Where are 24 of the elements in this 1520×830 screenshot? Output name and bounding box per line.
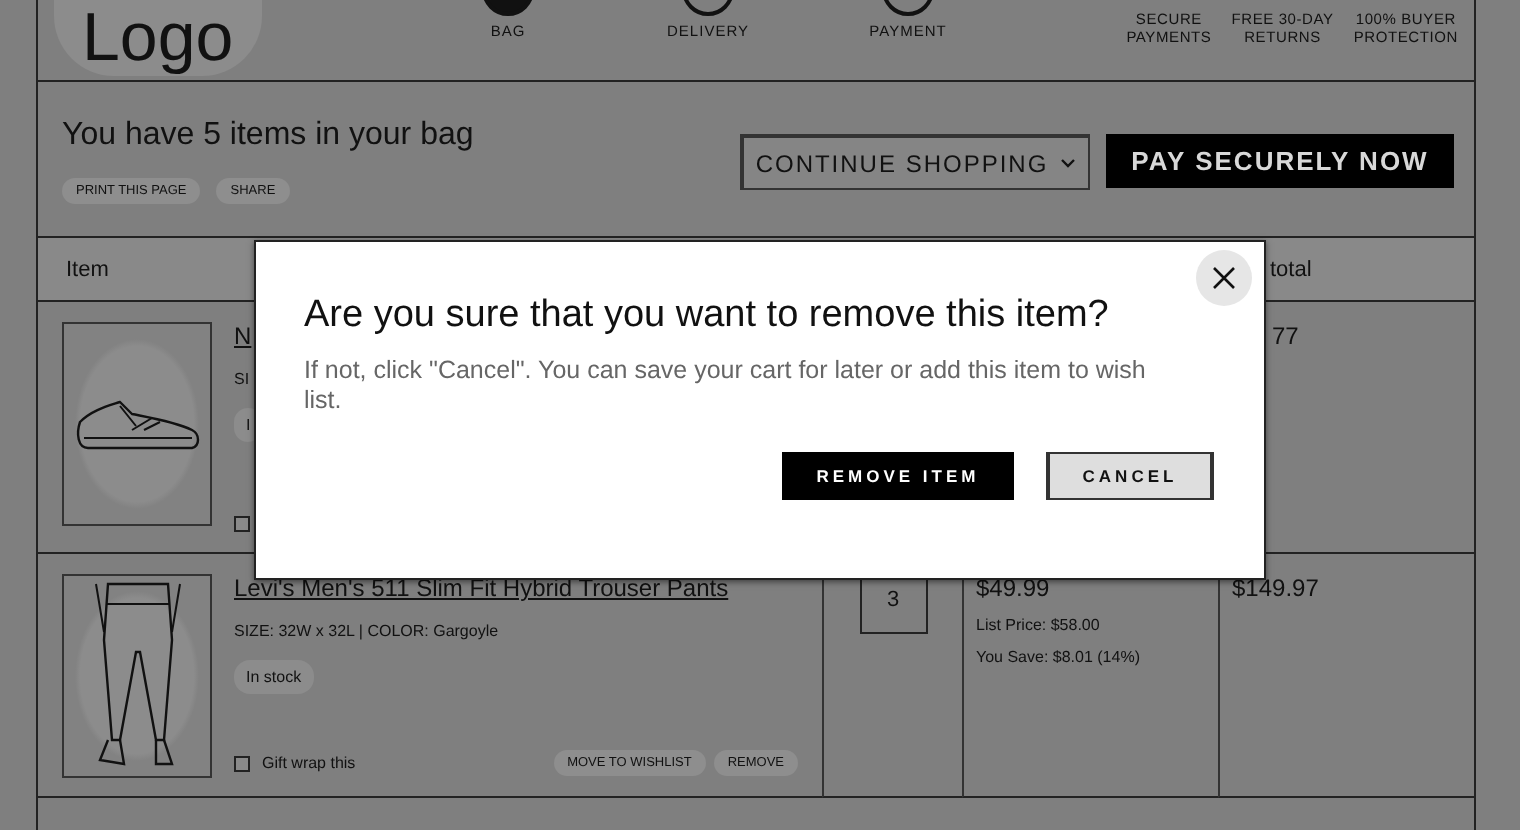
- caret-icon: [1060, 157, 1077, 169]
- list-price: List Price: $58.00: [976, 616, 1102, 634]
- continue-shopping-button[interactable]: CONTINUE SHOPPING: [740, 134, 1090, 190]
- close-button[interactable]: [1196, 250, 1252, 306]
- pay-button[interactable]: PAY SECURELY NOW: [1106, 134, 1454, 188]
- logo[interactable]: Logo: [54, 0, 262, 76]
- subtotal: $149.97: [1232, 574, 1319, 602]
- product-details: SI: [234, 370, 250, 388]
- product-details: SIZE: 32W x 32L | COLOR: Gargoyle: [234, 622, 499, 640]
- gift-wrap-checkbox[interactable]: [234, 755, 250, 771]
- gift-wrap-label: Gift wrap this: [262, 754, 356, 772]
- savings: You Save: $8.01 (14%): [976, 648, 1142, 666]
- cancel-button[interactable]: CANCEL: [1046, 452, 1214, 500]
- column-header: total: [1270, 257, 1312, 281]
- dialog-message: If not, click "Cancel". You can save your cart for later or add this item to wish list.: [304, 356, 1148, 416]
- product-name-link[interactable]: N: [234, 322, 252, 350]
- close-icon: [1212, 266, 1236, 290]
- subtotal: 77: [1272, 322, 1299, 350]
- product-name-link[interactable]: Levi's Men's 511 Slim Fit Hybrid Trouser Pants: [234, 574, 729, 602]
- unit-price: $49.99: [976, 574, 1052, 602]
- cart-summary: You have 5 items in your bag: [62, 118, 476, 154]
- stock-status: In stock: [234, 660, 314, 694]
- remove-button[interactable]: REMOVE ITEM: [782, 452, 1014, 500]
- gift-wrap-checkbox[interactable]: [234, 516, 250, 532]
